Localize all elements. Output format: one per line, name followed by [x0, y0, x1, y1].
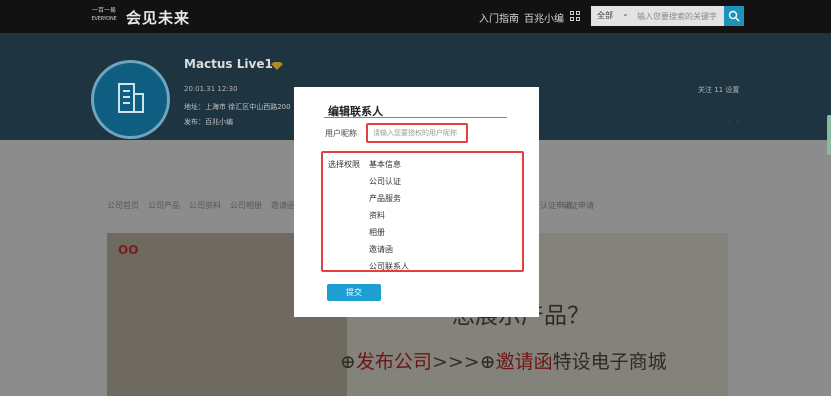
banner-badge: OO [118, 243, 139, 257]
company-avatar [91, 60, 170, 139]
chevron-down-icon[interactable]: ⌄ [622, 9, 629, 18]
top-navbar: 一百一易 EVERYONE 会见未来 入门指南 百兆小编 全部 ⌄ [0, 0, 831, 33]
nav-link-guide[interactable]: 入门指南 [479, 10, 519, 25]
search-scope-select[interactable]: 全部 [597, 10, 613, 21]
banner-invite-text: 邀请函 [495, 351, 553, 373]
site-logo-text[interactable]: 会见未来 [126, 7, 190, 28]
nickname-input[interactable] [366, 123, 468, 143]
tab-company-album[interactable]: 公司相册 [230, 200, 262, 211]
tab-company-products[interactable]: 公司产品 [148, 200, 180, 211]
search-button[interactable] [724, 6, 744, 26]
banner-arrows: >>> [431, 351, 480, 373]
search-icon [728, 10, 740, 22]
apps-grid-icon[interactable] [570, 11, 581, 22]
profile-publisher: 发布：百兆小编 [184, 118, 233, 126]
permissions-label: 选择权限 [328, 160, 360, 169]
permission-company-contacts[interactable]: 公司联系人 [369, 261, 409, 272]
nav-link-wiki[interactable]: 百兆小编 [524, 10, 564, 25]
permission-company-cert[interactable]: 公司认证 [369, 176, 401, 187]
permission-invitation[interactable]: 邀请函 [369, 244, 393, 255]
follow-settings[interactable]: 关注 11 设置 [698, 85, 739, 95]
building-icon [118, 83, 144, 113]
company-name: Mactus Live1 [184, 57, 273, 71]
profile-address: 地址：上海市 徐汇区中山西路200 [184, 103, 291, 111]
permissions-group: 选择权限 基本信息 公司认证 产品服务 资料 相册 邀请函 公司联系人 [321, 151, 524, 272]
profile-tag: a b c [727, 118, 750, 126]
banner-tail-text: 特设电子商城 [552, 351, 667, 373]
profile-date: 20.01.31 12:30 [184, 85, 238, 93]
tab-invitation[interactable]: 邀请函 [271, 200, 295, 211]
nickname-label: 用户昵称 [325, 129, 357, 138]
tab-company-profile[interactable]: 公司资料 [189, 200, 221, 211]
permission-basic-info[interactable]: 基本信息 [369, 159, 401, 170]
banner-publish-text: 发布公司 [355, 351, 432, 373]
search-box: 全部 ⌄ [591, 6, 724, 26]
logo-line-1: 一百一易 [91, 7, 116, 14]
site-logo-icon[interactable]: 一百一易 EVERYONE [89, 7, 119, 25]
plus-circle-icon: ⊕ [340, 351, 356, 373]
permission-album[interactable]: 相册 [369, 227, 385, 238]
title-underline [324, 117, 507, 118]
vip-diamond-icon [271, 62, 283, 70]
permission-materials[interactable]: 资料 [369, 210, 385, 221]
side-float-tab[interactable] [827, 115, 831, 155]
logo-line-2: EVERYONE [91, 16, 117, 22]
permission-products[interactable]: 产品服务 [369, 193, 401, 204]
search-input[interactable] [637, 8, 721, 24]
banner-tagline: ⊕发布公司>>>⊕邀请函特设电子商城 [340, 347, 667, 374]
tab-certification[interactable]: 认证申请 [562, 200, 594, 211]
plus-circle-icon: ⊕ [479, 351, 496, 373]
edit-contact-dialog: 编辑联系人 用户昵称 选择权限 基本信息 公司认证 产品服务 资料 相册 邀请函… [294, 87, 539, 317]
submit-button[interactable]: 提交 [327, 284, 381, 301]
tab-company-home[interactable]: 公司首页 [107, 200, 139, 211]
